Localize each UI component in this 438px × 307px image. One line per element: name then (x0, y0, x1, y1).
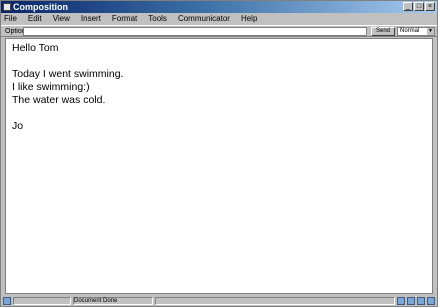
body-line: Today I went swimming. (12, 68, 124, 80)
menu-communicator[interactable]: Communicator (177, 13, 231, 24)
maximize-button[interactable]: □ (414, 2, 424, 11)
component-icon[interactable] (417, 296, 425, 305)
minimize-button[interactable]: _ (403, 2, 413, 11)
window-controls: _ □ × (403, 2, 435, 11)
menu-view[interactable]: View (52, 13, 71, 24)
composition-window: Composition _ □ × File Edit View Insert … (0, 0, 438, 307)
status-bar: Document Done (1, 295, 437, 306)
title-bar: Composition _ □ × (1, 1, 437, 13)
format-select-value: Normal (400, 28, 420, 34)
options-bar: Options Send Normal ▼ (1, 25, 437, 37)
close-button[interactable]: × (425, 2, 435, 11)
menu-tools[interactable]: Tools (147, 13, 168, 24)
options-field[interactable] (23, 27, 367, 36)
body-line: The water was cold. (12, 94, 106, 106)
format-select[interactable]: Normal ▼ (397, 27, 435, 36)
menu-insert[interactable]: Insert (80, 13, 102, 24)
greeting-line: Hello Tom (12, 42, 59, 54)
menu-edit[interactable]: Edit (27, 13, 43, 24)
menu-format[interactable]: Format (111, 13, 138, 24)
component-icon[interactable] (397, 296, 405, 305)
chevron-down-icon[interactable]: ▼ (427, 28, 434, 35)
app-icon (3, 3, 11, 11)
status-spacer (155, 296, 395, 305)
component-icon[interactable] (427, 296, 435, 305)
window-title: Composition (13, 2, 68, 12)
message-body[interactable]: Hello Tom Today I went swimming. I like … (5, 38, 433, 294)
security-icon (3, 296, 11, 305)
body-line: I like swimming:) (12, 81, 90, 93)
menu-file[interactable]: File (3, 13, 18, 24)
status-text: Document Done (73, 296, 153, 305)
send-button[interactable]: Send (371, 27, 395, 36)
signature-line: Jo (12, 120, 24, 132)
menu-help[interactable]: Help (240, 13, 258, 24)
status-cell (13, 296, 71, 305)
component-icon[interactable] (407, 296, 415, 305)
menu-bar: File Edit View Insert Format Tools Commu… (3, 13, 258, 24)
